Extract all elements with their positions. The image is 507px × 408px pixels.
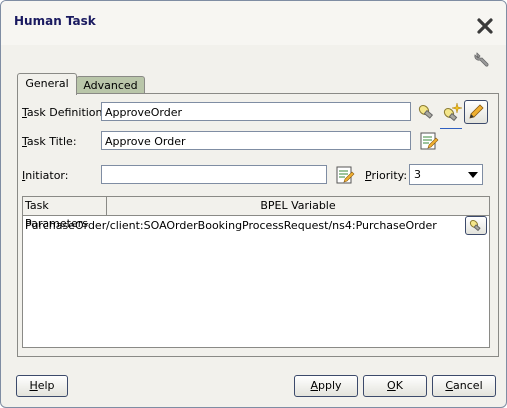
apply-button[interactable]: Apply <box>294 375 358 397</box>
priority-label: Priority: <box>365 169 408 182</box>
focus-indicator <box>440 128 462 129</box>
column-header-bpel-variable[interactable]: BPEL Variable <box>107 197 489 215</box>
edit-document-icon[interactable] <box>418 130 440 152</box>
edit-definition-button[interactable] <box>464 100 488 124</box>
initiator-label: Initiator: <box>22 169 69 182</box>
table-header: Task Parameters BPEL Variable <box>23 197 489 230</box>
task-definition-label: Task Definition: <box>22 106 107 119</box>
help-button[interactable]: Help <box>16 375 68 397</box>
title-bar: Human Task <box>1 1 506 45</box>
tab-advanced[interactable]: Advanced <box>76 76 145 94</box>
edit-document-icon[interactable] <box>334 164 356 186</box>
parameter-table: Task Parameters BPEL Variable PurchaseOr… <box>22 196 490 348</box>
close-icon[interactable] <box>476 17 494 35</box>
column-header-task-parameters[interactable]: Task Parameters <box>23 197 107 230</box>
flashlight-icon <box>469 220 481 232</box>
variable-cell: /client:SOAOrderBookingProcessRequest/ns… <box>106 219 437 232</box>
browse-variable-button[interactable] <box>465 216 487 235</box>
tab-general[interactable]: General <box>17 73 77 95</box>
ok-button[interactable]: OK <box>363 375 427 397</box>
dialog-title: Human Task <box>14 14 96 28</box>
cancel-button[interactable]: Cancel <box>432 375 496 397</box>
priority-select[interactable]: 3 <box>409 164 483 185</box>
wrench-icon[interactable] <box>472 49 492 69</box>
initiator-field[interactable] <box>101 165 327 184</box>
task-title-label: Task Title: <box>22 135 77 148</box>
priority-value: 3 <box>414 168 421 181</box>
chevron-down-icon <box>468 172 478 178</box>
task-definition-field[interactable]: ApproveOrder <box>101 102 411 121</box>
flashlight-icon[interactable] <box>415 101 437 123</box>
param-cell: PurchaseOrder <box>25 219 107 232</box>
pencil-icon <box>469 104 484 119</box>
new-sparkle-icon[interactable] <box>441 101 463 123</box>
human-task-dialog: Human Task General Advanced Task Definit… <box>0 0 507 408</box>
table-row[interactable]: PurchaseOrder /client:SOAOrderBookingPro… <box>23 216 489 236</box>
task-title-field[interactable]: Approve Order <box>101 131 411 150</box>
